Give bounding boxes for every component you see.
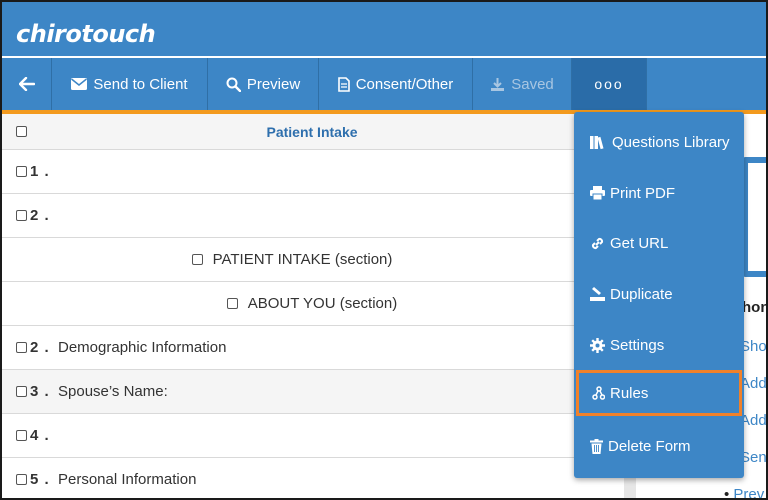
table-row[interactable]: 5 . Personal Information — [2, 458, 602, 498]
menu-item-settings[interactable]: Settings — [574, 322, 744, 368]
more-options-label: ooo — [594, 76, 624, 92]
table-row[interactable]: 2 . — [2, 194, 602, 238]
menu-item-rules[interactable]: Rules — [576, 370, 742, 416]
scrollbar[interactable] — [624, 478, 636, 498]
panel-heading-fragment: hon — [742, 299, 768, 316]
table-row[interactable]: 3 . Spouse’s Name: — [2, 370, 602, 414]
menu-item-label: Questions Library — [612, 133, 730, 151]
preview-button[interactable]: Preview — [208, 58, 319, 110]
table-row[interactable]: 2 . Demographic Information — [2, 326, 602, 370]
menu-item-label: Rules — [610, 384, 649, 402]
section-content: ABOUT YOU (section) — [2, 295, 622, 312]
row-checkbox[interactable] — [16, 386, 27, 397]
question-number: 2 . — [30, 207, 50, 224]
section-checkbox[interactable] — [191, 254, 203, 265]
trash-icon — [590, 438, 603, 454]
question-number: 4 . — [30, 427, 50, 444]
link-icon — [591, 237, 604, 249]
form-title: Patient Intake — [266, 123, 358, 140]
question-number: 2 . — [30, 339, 50, 356]
envelope-icon — [71, 78, 88, 90]
form-toolbar: Send to Client Preview Consent/Other Sav… — [2, 58, 766, 110]
section-row[interactable]: ABOUT YOU (section) — [2, 282, 602, 326]
section-title: PATIENT INTAKE (section) — [212, 251, 393, 268]
saved-button[interactable]: Saved — [473, 58, 572, 110]
table-header-row: Patient Intake — [2, 114, 602, 150]
panel-link-send[interactable]: Send — [740, 449, 766, 466]
panel-link-add-1[interactable]: Add — [740, 375, 766, 392]
row-checkbox[interactable] — [16, 474, 27, 485]
panel-link-preview-label: Prev — [733, 486, 765, 500]
send-to-client-label: Send to Client — [93, 75, 188, 93]
printer-icon — [590, 186, 605, 200]
arrow-left-icon — [18, 77, 35, 91]
row-checkbox[interactable] — [16, 166, 27, 177]
app-window: chirotouch Send to Client Preview Consen… — [0, 0, 768, 500]
menu-item-label: Print PDF — [610, 184, 676, 202]
section-row[interactable]: PATIENT INTAKE (section) — [2, 238, 602, 282]
question-text: Spouse’s Name: — [58, 383, 168, 400]
more-options-button[interactable]: ooo — [572, 58, 647, 110]
section-content: PATIENT INTAKE (section) — [2, 251, 582, 268]
menu-item-get-url[interactable]: Get URL — [574, 220, 744, 266]
menu-item-label: Duplicate — [610, 285, 673, 303]
document-icon — [337, 76, 350, 92]
app-header: chirotouch — [2, 2, 766, 56]
preview-label: Preview — [246, 75, 301, 93]
menu-item-delete-form[interactable]: Delete Form — [574, 423, 744, 469]
gear-icon — [590, 337, 605, 353]
panel-link-add-2[interactable]: Add — [740, 412, 766, 429]
question-number: 3 . — [30, 383, 50, 400]
rules-icon — [592, 385, 605, 400]
menu-item-label: Get URL — [610, 234, 669, 252]
menu-item-label: Delete Form — [608, 437, 691, 455]
table-row[interactable]: 4 . — [2, 414, 602, 458]
question-text: Demographic Information — [58, 339, 227, 356]
duplicate-icon — [590, 286, 605, 301]
consent-other-button[interactable]: Consent/Other — [319, 58, 473, 110]
menu-item-print-pdf[interactable]: Print PDF — [574, 170, 744, 216]
panel-link-preview[interactable]: • Prev — [724, 486, 765, 500]
saved-label: Saved — [511, 75, 554, 93]
questions-table: Patient Intake 1 . 2 . PATIENT INTAKE (s… — [2, 114, 602, 498]
question-number: 1 . — [30, 163, 50, 180]
section-title: ABOUT YOU (section) — [247, 295, 398, 312]
question-number: 5 . — [30, 471, 50, 488]
panel-link-show[interactable]: Show — [740, 338, 766, 355]
download-icon — [491, 77, 505, 91]
search-icon — [226, 77, 241, 92]
section-checkbox[interactable] — [226, 298, 238, 309]
row-checkbox[interactable] — [16, 342, 27, 353]
chirotouch-logo: chirotouch — [16, 20, 156, 48]
row-checkbox[interactable] — [16, 210, 27, 221]
more-options-menu: Questions Library Print PDF Get URL Dupl… — [574, 112, 744, 478]
send-to-client-button[interactable]: Send to Client — [52, 58, 208, 110]
menu-item-questions-library[interactable]: Questions Library — [574, 119, 744, 165]
menu-item-label: Settings — [610, 336, 665, 354]
menu-item-duplicate[interactable]: Duplicate — [574, 271, 744, 317]
back-button[interactable] — [2, 58, 52, 110]
form-preview-icon — [742, 157, 766, 277]
row-checkbox[interactable] — [16, 430, 27, 441]
books-icon — [590, 135, 604, 149]
consent-other-label: Consent/Other — [355, 75, 454, 93]
table-row[interactable]: 1 . — [2, 150, 602, 194]
question-text: Personal Information — [58, 471, 197, 488]
